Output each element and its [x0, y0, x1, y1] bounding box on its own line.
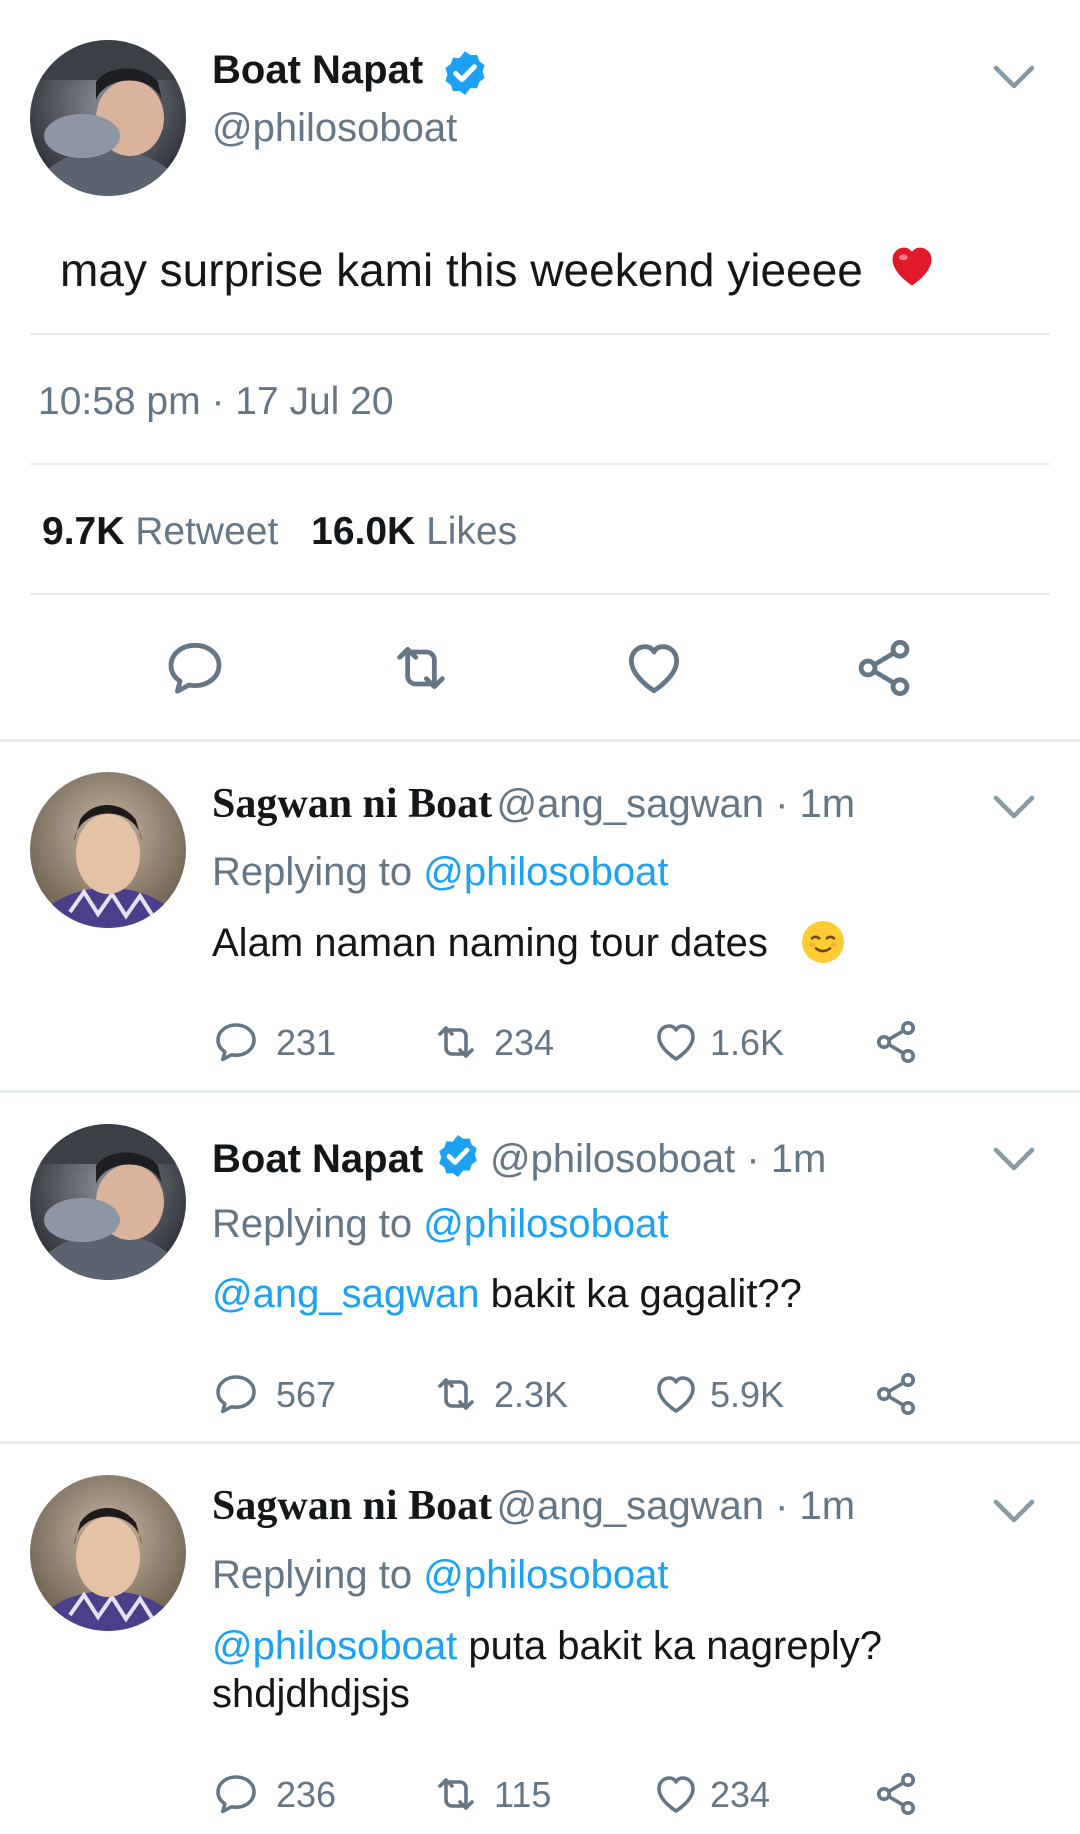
share-icon[interactable] — [852, 636, 916, 700]
retweet-icon[interactable] — [432, 1018, 480, 1066]
author-handle-time[interactable]: @ang_sagwan · 1m — [497, 782, 856, 826]
retweet-label[interactable]: Retweet — [135, 510, 278, 553]
retweet-icon[interactable] — [432, 1370, 480, 1418]
reply-count: 231 — [276, 1022, 337, 1063]
author-name[interactable]: Boat Napat — [212, 48, 423, 93]
chevron-down-icon[interactable] — [992, 1144, 1036, 1174]
engagement-stats: 9.7K Retweet 16.0K Likes — [42, 510, 517, 554]
share-icon[interactable] — [872, 1370, 920, 1418]
author-name[interactable]: Sagwan ni Boat — [212, 781, 492, 827]
retweet-icon[interactable] — [432, 1770, 480, 1818]
relieved-face-emoji-icon — [799, 918, 847, 976]
likes-count[interactable]: 16.0K — [311, 510, 415, 553]
author-handle[interactable]: @philosoboat — [212, 106, 457, 151]
retweet-count[interactable]: 9.7K — [42, 510, 124, 553]
replying-label: Replying to — [212, 850, 413, 894]
reply-count: 236 — [276, 1774, 337, 1815]
tweet-timestamp[interactable]: 10:58 pm · 17 Jul 20 — [38, 380, 394, 424]
divider — [30, 333, 1050, 335]
replying-to-line: Replying to @philosoboat — [212, 1202, 668, 1247]
reply-header: Sagwan ni Boat @ang_sagwan · 1m — [212, 780, 855, 828]
reply-count: 567 — [276, 1374, 337, 1415]
retweet-icon[interactable] — [389, 636, 453, 700]
replying-to-link[interactable]: @philosoboat — [423, 1202, 668, 1246]
like-count: 234 — [710, 1774, 771, 1815]
verified-badge-icon — [440, 48, 490, 98]
author-name[interactable]: Sagwan ni Boat — [212, 1483, 492, 1529]
replying-label: Replying to — [212, 1553, 413, 1597]
share-icon[interactable] — [872, 1770, 920, 1818]
reply-text: @philosoboat puta bakit ka nagreply? shd… — [212, 1622, 882, 1718]
author-handle-time[interactable]: @ang_sagwan · 1m — [497, 1484, 856, 1528]
replying-to-line: Replying to @philosoboat — [212, 850, 668, 895]
like-count: 5.9K — [710, 1374, 785, 1415]
avatar[interactable] — [30, 40, 186, 196]
like-count: 1.6K — [710, 1022, 785, 1063]
replying-to-link[interactable]: @philosoboat — [423, 1553, 668, 1597]
like-icon[interactable] — [622, 636, 686, 700]
divider — [30, 593, 1050, 595]
heart-emoji-icon — [886, 240, 938, 303]
author-handle-time[interactable]: @philosoboat · 1m — [490, 1137, 826, 1181]
reply-body: Alam naman naming tour dates — [212, 921, 768, 965]
divider — [0, 1090, 1080, 1093]
reply-header: Sagwan ni Boat @ang_sagwan · 1m — [212, 1482, 855, 1530]
like-icon[interactable] — [652, 1370, 700, 1418]
reply-text: @ang_sagwan bakit ka gagalit?? — [212, 1272, 802, 1317]
replying-to-line: Replying to @philosoboat — [212, 1553, 668, 1598]
author-name[interactable]: Boat Napat — [212, 1137, 423, 1181]
mention-link[interactable]: @ang_sagwan — [212, 1272, 479, 1316]
divider — [0, 1441, 1080, 1444]
likes-label[interactable]: Likes — [426, 510, 517, 553]
avatar[interactable] — [30, 1124, 186, 1280]
replying-label: Replying to — [212, 1202, 413, 1246]
reply-icon[interactable] — [212, 1370, 260, 1418]
divider — [30, 463, 1050, 465]
replying-to-link[interactable]: @philosoboat — [423, 850, 668, 894]
reply-body-line2: shdjdhdjsjs — [212, 1672, 410, 1716]
reply-body: puta bakit ka nagreply? — [468, 1624, 882, 1668]
divider — [0, 739, 1080, 742]
retweet-count: 234 — [494, 1022, 555, 1063]
tweet-text: may surprise kami this weekend yieeee — [60, 240, 938, 303]
retweet-count: 2.3K — [494, 1374, 569, 1415]
like-icon[interactable] — [652, 1018, 700, 1066]
share-icon[interactable] — [872, 1018, 920, 1066]
reply-text: Alam naman naming tour dates — [212, 918, 847, 976]
verified-badge-icon — [434, 1132, 482, 1180]
avatar[interactable] — [30, 772, 186, 928]
chevron-down-icon[interactable] — [992, 1496, 1036, 1526]
chevron-down-icon[interactable] — [992, 792, 1036, 822]
retweet-count: 115 — [494, 1774, 552, 1815]
reply-icon[interactable] — [163, 636, 227, 700]
like-icon[interactable] — [652, 1770, 700, 1818]
reply-icon[interactable] — [212, 1018, 260, 1066]
reply-icon[interactable] — [212, 1770, 260, 1818]
reply-body: bakit ka gagalit?? — [490, 1272, 802, 1316]
avatar[interactable] — [30, 1475, 186, 1631]
reply-header: Boat Napat @philosoboat · 1m — [212, 1132, 826, 1182]
tweet-body: may surprise kami this weekend yieeee — [60, 244, 863, 296]
mention-link[interactable]: @philosoboat — [212, 1624, 457, 1668]
chevron-down-icon[interactable] — [992, 62, 1036, 92]
